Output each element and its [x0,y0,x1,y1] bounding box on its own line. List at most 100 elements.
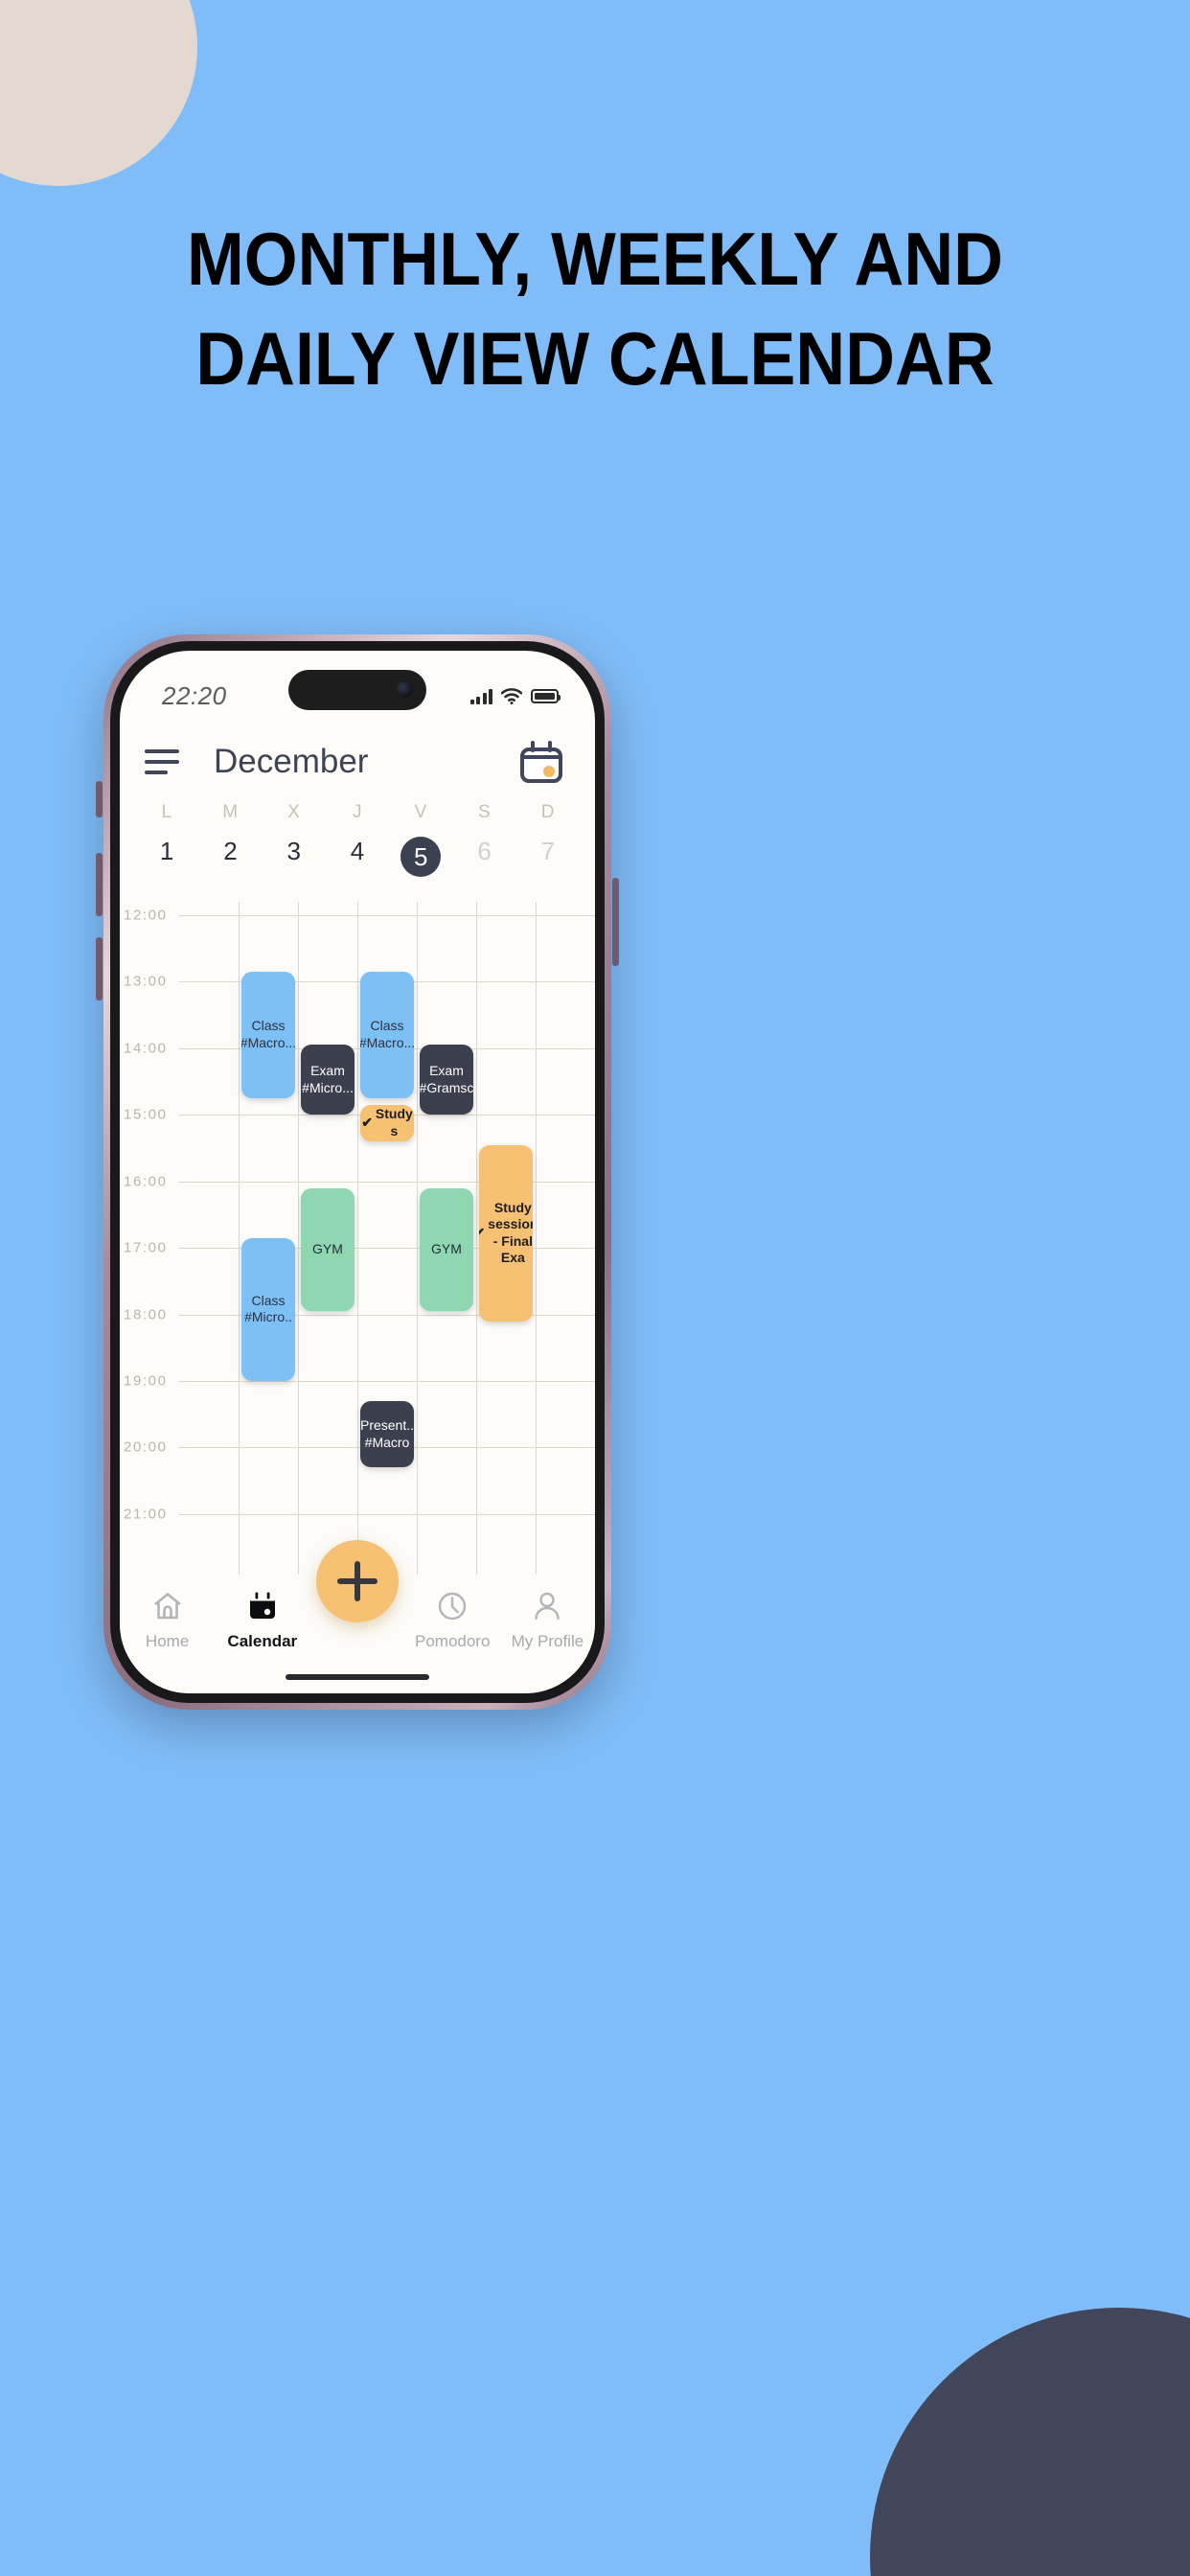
dynamic-island [288,670,426,710]
week-strip: L M X J V S D 1234567 [120,802,595,881]
hour-label: 20:00 [124,1438,168,1456]
phone-volume-down[interactable] [96,937,103,1000]
add-event-button[interactable] [316,1540,399,1622]
cellular-signal-icon [469,688,492,704]
hamburger-menu-icon[interactable] [145,749,183,774]
calendar-event-title: Exam #Micro... [302,1063,354,1095]
home-indicator [286,1674,429,1680]
calendar-event-title: Study s [375,1106,413,1138]
weekday-letter: D [540,802,555,822]
check-icon: ✔ [479,1224,486,1240]
week-date-cell[interactable]: 2 [198,837,262,881]
tab-pomodoro-label: Pomodoro [414,1632,491,1650]
calendar-event[interactable]: ✔Study session - Final Exa [479,1144,533,1322]
calendar-event-title: Class #Macro... [360,1018,414,1050]
calendar-event-title: GYM [312,1241,343,1257]
weekday-letter: M [222,802,239,822]
hour-label: 18:00 [124,1306,168,1323]
calendar-icon [246,1588,279,1624]
phone-screen: 22:20 December L M X J V S D 1 2 3 4 5 6… [120,651,595,1693]
hour-label: 15:00 [124,1106,168,1123]
calendar-event[interactable]: Class #Micro.. [241,1237,295,1382]
calendar-event-title: Study session - Final Exa [488,1199,533,1266]
tab-calendar[interactable]: Calendar [215,1588,309,1651]
calendar-event-title: Present.. #Macro [360,1417,414,1450]
clock-icon [436,1588,469,1624]
hour-label: 19:00 [124,1372,168,1390]
calendar-event[interactable]: GYM [420,1187,473,1312]
hour-gutter: 12:00 13:00 14:00 15:00 16:00 17:00 18:00 19:00… [120,902,179,1576]
calendar-event[interactable]: GYM [301,1187,355,1312]
grid-day-line [357,902,358,1575]
week-date-cell[interactable]: 3 [263,837,326,881]
check-icon: ✔ [361,1115,373,1131]
status-bar: 22:20 [120,651,595,720]
weekday-letters-row: LMXJVSD [135,802,580,837]
tab-calendar-label: Calendar [227,1632,298,1650]
week-dates-row: 1234567 [135,837,580,881]
promo-headline: MONTHLY, WEEKLY AND DAILY VIEW CALENDAR [48,217,1143,402]
status-time: 22:20 [162,680,227,710]
page-title: December [214,743,369,780]
calendar-event[interactable]: Class #Macro... [360,972,414,1098]
calendar-event-title: Exam #Gramsc [420,1063,473,1095]
hour-label: 13:00 [124,973,168,990]
calendar-event-title: Class #Micro.. [244,1292,292,1325]
calendar-event[interactable]: Class #Macro... [241,972,295,1098]
calendar-event[interactable]: ✔ Study s [360,1104,414,1142]
grid-hour-line [179,1513,595,1515]
hour-label: 16:00 [124,1173,168,1190]
grid-day-line [476,902,477,1575]
phone-bezel: 22:20 December L M X J V S D 1 2 3 4 5 6… [110,641,605,1703]
week-date-cell[interactable]: 4 [326,837,389,881]
weekday-letter: S [477,802,492,822]
grid-hour-line [179,915,595,916]
headline-line-2: DAILY VIEW CALENDAR [195,316,995,402]
calendar-event[interactable]: Present.. #Macro [360,1400,414,1468]
calendar-event[interactable]: Exam #Gramsc [420,1045,473,1116]
week-date-cell[interactable]: 7 [516,837,580,881]
phone-volume-up[interactable] [96,853,103,916]
grid-hour-line [179,1381,595,1383]
grid-day-line [417,902,418,1575]
hour-label: 12:00 [124,907,168,924]
weekday-letter: J [352,802,362,822]
wifi-icon [501,687,522,704]
person-icon [531,1588,563,1624]
phone-power-button[interactable] [612,878,619,966]
headline-line-1: MONTHLY, WEEKLY AND [187,217,1003,301]
calendar-event-title: Class #Macro... [241,1018,295,1050]
calendar-grid[interactable]: 12:00 13:00 14:00 15:00 16:00 17:00 18:00 19:00… [120,902,595,1575]
tab-my-profile[interactable]: My Profile [500,1588,595,1651]
decorative-circle-beige [0,0,197,186]
week-date-cell[interactable]: 6 [452,837,515,881]
app-header: December [120,725,595,798]
calendar-event[interactable]: Exam #Micro... [301,1045,355,1116]
grid-day-line [298,902,299,1575]
selected-date-pill: 5 [400,837,442,877]
battery-full-icon [531,688,561,703]
phone-mockup: 22:20 December L M X J V S D 1 2 3 4 5 6… [103,634,611,1710]
tab-my-profile-label: My Profile [511,1632,584,1650]
grid-day-line [536,902,537,1575]
decorative-circle-dark [870,2308,1190,2576]
hour-label: 17:00 [124,1239,168,1256]
tab-pomodoro[interactable]: Pomodoro [405,1588,500,1651]
tab-home[interactable]: Home [120,1588,215,1651]
calendar-event-title: GYM [431,1241,462,1257]
home-icon [151,1588,184,1624]
weekday-letter: L [161,802,172,822]
week-date-cell[interactable]: 5 [389,837,452,881]
front-camera-icon [397,681,413,698]
phone-mute-switch[interactable] [96,781,103,817]
hour-label: 21:00 [124,1506,168,1523]
calendar-icon[interactable] [520,741,562,783]
tab-home-label: Home [145,1632,190,1650]
weekday-letter: X [287,802,301,822]
hour-label: 14:00 [124,1040,168,1057]
week-date-cell[interactable]: 1 [135,837,198,881]
events-area[interactable]: Class #Macro... Exam #Micro... Class #Macr… [179,902,595,1575]
grid-day-line [239,902,240,1575]
weekday-letter: V [414,802,427,822]
status-indicators [469,687,561,704]
